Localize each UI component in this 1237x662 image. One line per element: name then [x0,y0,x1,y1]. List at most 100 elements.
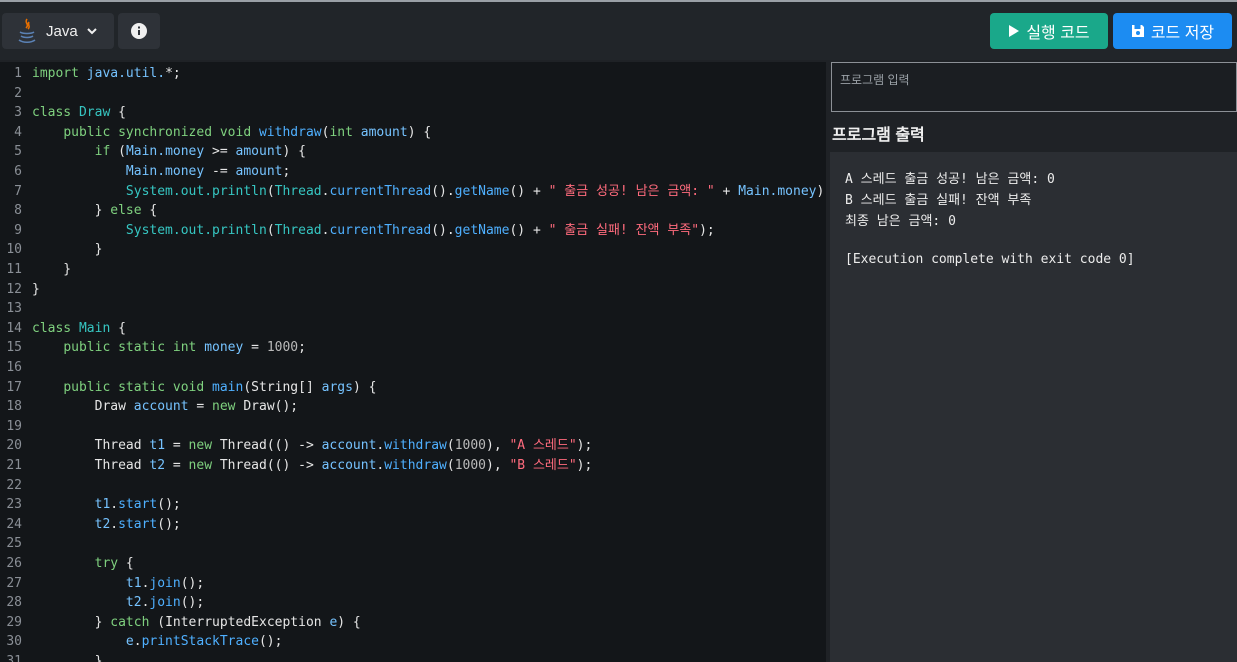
code-line: 21 Thread t2 = new Thread(() -> account.… [0,456,826,476]
code-token: ; [298,340,306,356]
line-number: 7 [14,183,22,199]
code-line: 11 } [0,260,826,280]
code-line: 10 } [0,240,826,260]
code-editor[interactable]: 1 import java.util.*; 2 3 class Draw {4 publ… [0,62,826,662]
code-token: Thread [32,458,150,473]
code-token: (); [157,516,181,532]
code-token: ), [486,458,510,473]
code-line: 24 t2.start(); [0,515,826,535]
code-token: t1 [94,497,111,513]
code-token: amount [235,144,283,160]
run-code-label: 실행 코드 [1026,25,1090,42]
code-token: System.out.println [125,222,267,238]
code-token: ); [699,222,715,238]
output-panel: A 스레드 출금 성공! 남은 금액: 0 B 스레드 출금 실패! 잔액 부족 최… [830,152,1237,662]
code-token: "B 스레드" [509,458,577,473]
line-number: 14 [6,320,22,336]
line-number: 18 [6,399,22,415]
code-token: } [32,281,40,297]
code-text: t1.start(); [32,495,181,515]
code-line: 7 System.out.println(Thread.currentThrea… [0,182,826,202]
program-input-placeholder: 프로그램 입력 [840,73,910,87]
code-text: t2.start(); [32,515,181,535]
line-number: 20 [6,438,22,454]
code-token: public static void [63,379,213,395]
line-number: 26 [6,556,22,571]
line-number: 19 [6,418,22,434]
code-token: . [110,497,119,513]
code-token: + [714,183,739,199]
code-line: 29 } catch (InterruptedException e) { [0,613,826,633]
code-token: currentThread [329,183,432,199]
code-token: System.out.println [125,183,267,199]
code-token: catch [110,614,150,630]
code-token: Thread(() -> [219,438,322,454]
code-token: (InterruptedException [149,614,330,630]
code-token: ); [816,183,827,199]
line-number: 17 [6,379,22,395]
code-token: -= [204,164,236,179]
line-number: 21 [6,458,22,473]
code-token: withdraw [384,458,447,473]
output-line: B 스레드 출금 실패! 잔액 부족 [845,193,1032,208]
code-token: java.util. [86,66,166,81]
run-code-button[interactable]: 실행 코드 [990,13,1108,49]
code-token: Draw [32,399,134,415]
code-text: t1.join(); [32,574,204,594]
output-line: [Execution complete with exit code 0] [845,252,1135,267]
code-text: } else { [32,201,158,221]
code-token: account [133,399,189,415]
line-number: 6 [14,164,22,179]
code-token: Thread(() -> [219,458,322,473]
code-token: int [329,124,361,140]
code-text: class Draw { [32,103,126,123]
code-token: else [110,203,142,219]
line-number: 24 [6,516,22,532]
info-button[interactable] [118,13,160,49]
code-token: account [321,438,377,454]
line-number: 29 [6,614,22,630]
code-token: Thread [32,438,150,454]
code-token: main [212,379,244,395]
code-line: 27 t1.join(); [0,574,826,594]
code-line: 18 Draw account = new Draw(); [0,397,826,417]
code-line: 1 import java.util.*; [0,64,826,84]
code-line: 16 [0,358,826,378]
code-token: () + [509,222,549,238]
code-token: ) { [282,144,306,160]
code-text: Thread t2 = new Thread(() -> account.wit… [32,456,593,476]
code-token: ( [446,438,455,454]
code-token: ( [266,183,275,199]
code-token: ); [576,438,593,454]
save-code-button[interactable]: 코드 저장 [1113,13,1232,49]
language-selector[interactable]: Java [2,13,114,49]
code-text: public synchronized void withdraw(int am… [32,123,431,143]
line-number: 12 [6,281,22,297]
code-line: 23 t1.start(); [0,495,826,515]
line-number: 2 [14,85,22,101]
output-line: 최종 남은 금액: 0 [845,214,956,229]
line-number: 28 [6,595,22,611]
line-number: 15 [6,340,22,356]
code-token: class [32,320,79,336]
code-token: printStackTrace [141,634,259,650]
code-line: 22 [0,476,826,496]
line-number: 10 [6,242,22,258]
program-input[interactable]: 프로그램 입력 [831,62,1237,112]
code-token: { [110,320,126,336]
code-token: withdraw [384,438,447,454]
chevron-down-icon [86,28,97,35]
code-token: t1 [149,438,166,454]
language-label: Java [46,22,78,40]
code-token: class [32,105,79,121]
code-token: (); [180,595,205,611]
code-token: e [125,634,134,650]
